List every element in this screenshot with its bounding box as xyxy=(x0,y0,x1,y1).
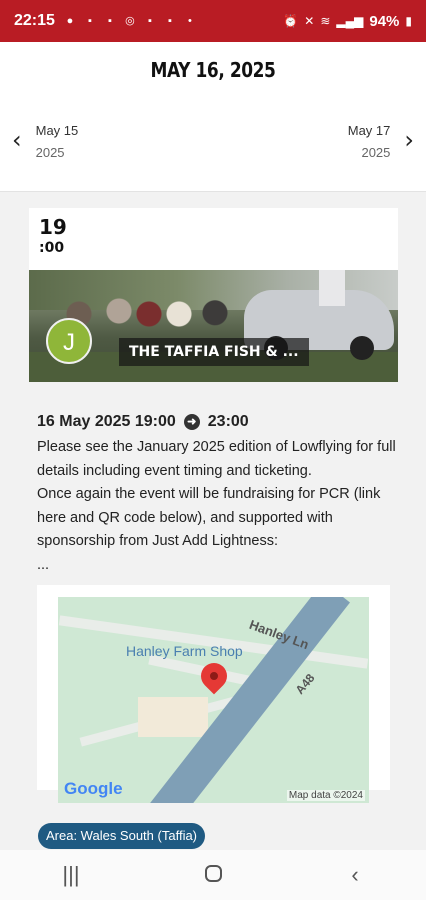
map-pin-icon xyxy=(195,657,233,695)
page-title: MAY 16, 2025 xyxy=(150,58,276,82)
chevron-left-icon: ‹ xyxy=(12,126,22,154)
home-button[interactable] xyxy=(183,862,243,888)
event-banner[interactable]: J THE TAFFIA FISH & ... xyxy=(29,270,398,382)
next-day-year: 2025 xyxy=(361,145,391,160)
home-icon xyxy=(204,865,222,882)
date-header: MAY 16, 2025 ‹ May 15 2025 May 17 2025 › xyxy=(0,42,426,192)
notification-icon: ● xyxy=(66,15,74,27)
event-start: 16 May 2025 19:00 xyxy=(37,413,176,430)
battery-level: 94% xyxy=(369,12,400,30)
battery-icon: ▮ xyxy=(405,14,412,28)
mute-icon: ✕ xyxy=(304,14,315,28)
map-highway-label: A48 xyxy=(292,671,318,697)
wifi-icon: ≋ xyxy=(320,14,331,28)
map-card: Hanley Farm Shop Hanley Ln A48 Google Ma… xyxy=(37,585,390,803)
event-time-card: 19 :00 xyxy=(29,208,398,270)
event-title[interactable]: THE TAFFIA FISH & ... xyxy=(119,338,309,366)
map-building xyxy=(138,697,208,737)
map-attribution: Map data ©2024 xyxy=(286,790,365,801)
signal-icon: ▂▄▆ xyxy=(336,14,364,28)
alarm-icon: ⏰ xyxy=(283,14,299,28)
next-day-label: May 17 2025 xyxy=(348,120,391,164)
notification-icon: ▪ xyxy=(147,15,152,27)
area-badge[interactable]: Area: Wales South (Taffia) xyxy=(38,823,206,849)
map-place-label: Hanley Farm Shop xyxy=(126,643,243,659)
system-icons: ⏰ ✕ ≋ ▂▄▆ 94% ▮ xyxy=(283,13,412,30)
more-dot-icon: • xyxy=(187,15,192,27)
description-paragraph: Please see the January 2025 edition of L… xyxy=(37,439,396,479)
next-day-date: May 17 xyxy=(347,123,391,138)
event-description: Please see the January 2025 edition of L… xyxy=(37,436,397,577)
notification-icon: ▪ xyxy=(167,15,172,27)
event-details: 16 May 2025 19:00 ➜ 23:00 Please see the… xyxy=(37,410,397,577)
notification-icons: ● ▪ ▪ ◎ ▪ ▪ • xyxy=(63,14,197,28)
prev-day-date: May 15 xyxy=(35,123,79,138)
event-end: 23:00 xyxy=(207,413,249,430)
prev-day-label: May 15 2025 xyxy=(36,120,79,164)
status-bar: 22:15 ● ▪ ▪ ◎ ▪ ▪ • ⏰ ✕ ≋ ▂▄▆ 94% ▮ xyxy=(0,0,426,42)
event-when: 16 May 2025 19:00 ➜ 23:00 xyxy=(37,410,397,434)
avatar: J xyxy=(46,318,92,364)
google-logo: Google xyxy=(64,779,123,798)
prev-day-year: 2025 xyxy=(35,145,65,160)
notification-icon: ◎ xyxy=(125,15,135,27)
chevron-right-icon: › xyxy=(404,126,414,154)
system-nav-bar: ||| ‹ xyxy=(0,850,426,900)
description-paragraph: Once again the event will be fundraising… xyxy=(37,486,381,549)
description-ellipsis: ... xyxy=(37,556,50,573)
location-map[interactable]: Hanley Farm Shop Hanley Ln A48 Google Ma… xyxy=(58,597,369,803)
event-time-hour: 19 xyxy=(39,215,67,239)
notification-icon: ▪ xyxy=(107,15,112,27)
recent-apps-icon[interactable]: ||| xyxy=(41,862,101,888)
back-icon[interactable]: ‹ xyxy=(325,862,385,888)
next-day-button[interactable]: May 17 2025 › xyxy=(348,120,414,164)
banner-flag xyxy=(319,270,345,306)
arrow-right-circle-icon: ➜ xyxy=(183,414,200,430)
prev-day-button[interactable]: ‹ May 15 2025 xyxy=(12,120,78,164)
event-time-minute: :00 xyxy=(39,240,65,256)
notification-icon: ▪ xyxy=(87,15,92,27)
status-time: 22:15 xyxy=(14,12,55,29)
